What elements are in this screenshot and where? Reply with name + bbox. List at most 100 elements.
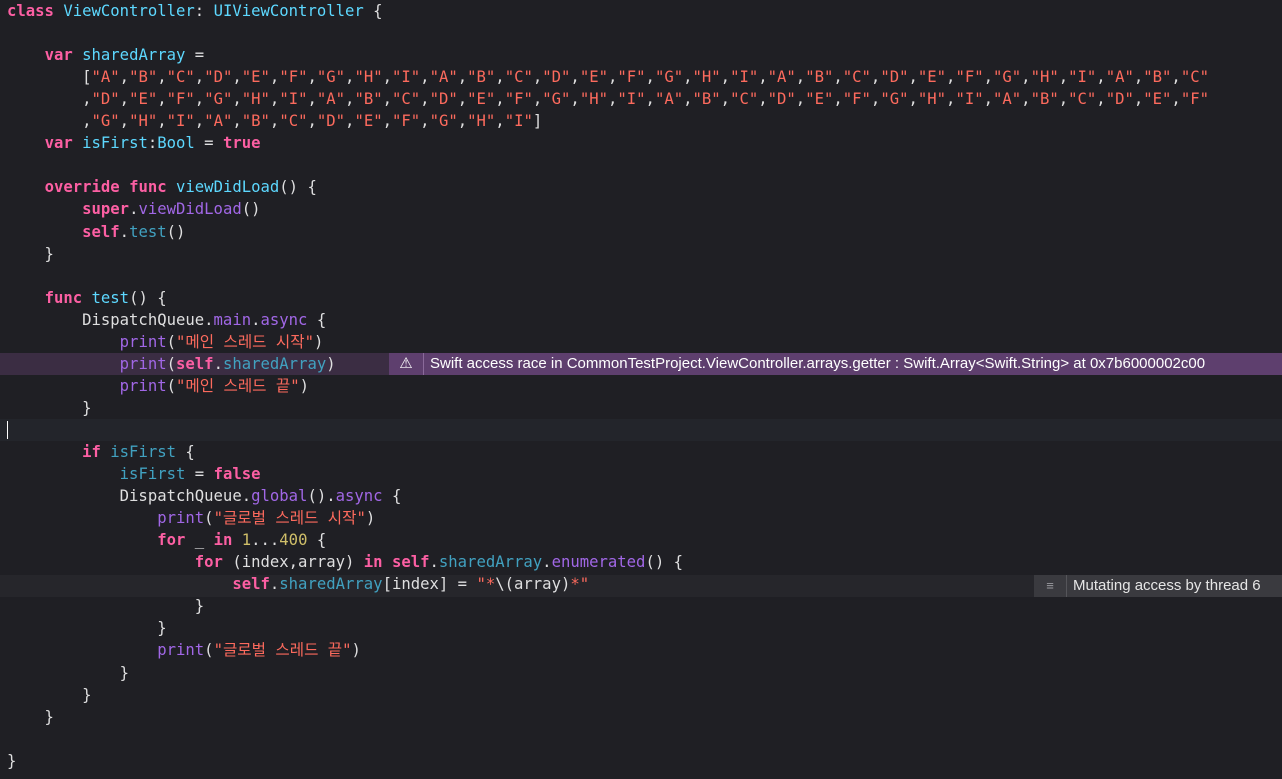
code-token: , bbox=[157, 112, 167, 131]
code-line[interactable]: self.test() bbox=[0, 221, 1282, 243]
code-token: ViewController bbox=[63, 2, 195, 20]
code-line[interactable]: } bbox=[0, 595, 1282, 617]
code-token: , bbox=[683, 68, 693, 87]
code-token: , bbox=[1021, 90, 1031, 109]
code-token: test bbox=[91, 288, 130, 307]
code-text: } bbox=[7, 243, 54, 265]
code-line[interactable]: } bbox=[0, 750, 1282, 772]
code-line[interactable] bbox=[0, 728, 1282, 750]
code-line[interactable]: } bbox=[0, 617, 1282, 639]
code-token: global bbox=[251, 487, 308, 506]
code-token: , bbox=[1133, 68, 1144, 87]
code-line[interactable]: DispatchQueue.global().async { bbox=[0, 485, 1282, 507]
code-token: } bbox=[7, 398, 92, 417]
code-token: , bbox=[570, 90, 580, 109]
code-line[interactable]: print("메인 스레드 끝") bbox=[0, 375, 1282, 397]
code-line[interactable]: override func viewDidLoad() { bbox=[0, 176, 1282, 198]
code-token: "D" bbox=[429, 90, 458, 109]
code-token: () { bbox=[279, 178, 317, 197]
code-token: , bbox=[119, 90, 130, 109]
code-token: } bbox=[7, 597, 205, 616]
code-token: , bbox=[833, 90, 843, 109]
code-line[interactable]: print("글로벌 스레드 시작") bbox=[0, 507, 1282, 529]
code-token: sharedArray bbox=[279, 575, 383, 594]
code-token: async bbox=[260, 310, 308, 329]
code-token: DispatchQueue. bbox=[7, 310, 214, 329]
code-line[interactable]: } bbox=[0, 397, 1282, 419]
code-line[interactable]: ,"G","H","I","A","B","C","D","E","F","G"… bbox=[0, 110, 1282, 132]
code-text: } bbox=[7, 595, 204, 617]
code-line[interactable]: func test() { bbox=[0, 287, 1282, 309]
code-line[interactable]: } bbox=[0, 662, 1282, 684]
code-line[interactable] bbox=[0, 419, 1282, 441]
code-line[interactable]: super.viewDidLoad() bbox=[0, 198, 1282, 220]
code-line[interactable]: print("글로벌 스레드 끝") bbox=[0, 639, 1282, 661]
code-token: "E" bbox=[917, 68, 947, 87]
code-line[interactable]: class ViewController: UIViewController { bbox=[0, 0, 1282, 22]
code-text: } bbox=[7, 397, 92, 419]
code-token: , bbox=[119, 112, 130, 131]
code-token: , bbox=[495, 90, 505, 109]
code-token: "B" bbox=[805, 68, 834, 87]
code-text: override func viewDidLoad() { bbox=[7, 176, 317, 198]
code-line[interactable]: } bbox=[0, 684, 1282, 706]
code-token: : bbox=[147, 134, 158, 153]
code-token: "C" bbox=[279, 112, 308, 131]
code-token: , bbox=[157, 68, 167, 87]
code-token: , bbox=[532, 68, 543, 87]
code-token: "G" bbox=[204, 90, 233, 109]
code-line[interactable]: ,"D","E","F","G","H","I","A","B","C","D"… bbox=[0, 88, 1282, 110]
code-token: } bbox=[7, 663, 130, 682]
code-token: "C" bbox=[1180, 68, 1209, 87]
code-text: print("메인 스레드 끝") bbox=[7, 375, 309, 397]
code-line[interactable] bbox=[0, 154, 1282, 176]
code-line[interactable]: var isFirst:Bool = true bbox=[0, 132, 1282, 154]
code-line[interactable]: print("메인 스레드 시작") bbox=[0, 331, 1282, 353]
code-token: 1 bbox=[241, 531, 252, 550]
mutating-access-message: Mutating access by thread 6 bbox=[1073, 577, 1261, 594]
code-token: "E" bbox=[579, 68, 608, 87]
code-token: "F" bbox=[166, 90, 195, 109]
code-line[interactable]: var sharedArray = bbox=[0, 44, 1282, 66]
code-line[interactable]: if isFirst { bbox=[0, 441, 1282, 463]
code-text: print(self.sharedArray) bbox=[7, 353, 336, 375]
code-token: ) bbox=[314, 332, 324, 351]
code-line[interactable]: } bbox=[0, 706, 1282, 728]
code-token: "H" bbox=[1030, 68, 1059, 87]
mutating-access-note-badge[interactable]: ≡ Mutating access by thread 6 bbox=[1034, 575, 1282, 597]
code-line[interactable] bbox=[0, 22, 1282, 44]
code-text: ,"G","H","I","A","B","C","D","E","F","G"… bbox=[7, 110, 542, 132]
code-line[interactable]: DispatchQueue.main.async { bbox=[0, 309, 1282, 331]
code-text: func test() { bbox=[7, 287, 167, 309]
code-token: "D" bbox=[204, 68, 233, 87]
race-issue-badge[interactable]: ⚠ Swift access race in CommonTestProject.… bbox=[389, 353, 1282, 375]
code-editor[interactable]: class ViewController: UIViewController {… bbox=[0, 0, 1282, 779]
code-token: "A" bbox=[1105, 68, 1134, 87]
code-line[interactable]: } bbox=[0, 243, 1282, 265]
code-token: , bbox=[645, 68, 655, 87]
code-token: "E" bbox=[354, 112, 383, 131]
code-token: viewDidLoad bbox=[138, 200, 242, 219]
code-line[interactable]: for (index,array) in self.sharedArray.en… bbox=[0, 551, 1282, 573]
code-token: , bbox=[269, 68, 280, 87]
code-token: self bbox=[82, 222, 120, 241]
code-line[interactable] bbox=[0, 265, 1282, 287]
code-token: } bbox=[7, 244, 54, 263]
code-token: , bbox=[7, 90, 92, 109]
code-token: "I" bbox=[166, 112, 195, 131]
code-token: "G" bbox=[880, 90, 909, 109]
code-token: "C" bbox=[730, 90, 759, 109]
code-token: , bbox=[607, 90, 618, 109]
code-token: } bbox=[7, 685, 92, 704]
code-token: , bbox=[382, 90, 392, 109]
code-token: : bbox=[194, 2, 214, 20]
code-line[interactable]: for _ in 1...400 { bbox=[0, 529, 1282, 551]
code-line[interactable]: ["A","B","C","D","E","F","G","H","I","A"… bbox=[0, 66, 1282, 88]
code-token: } bbox=[7, 619, 167, 638]
code-line[interactable]: isFirst = false bbox=[0, 463, 1282, 485]
code-token: , bbox=[495, 112, 505, 131]
race-issue-message: Swift access race in CommonTestProject.V… bbox=[430, 355, 1206, 372]
code-token: "E" bbox=[129, 90, 158, 109]
